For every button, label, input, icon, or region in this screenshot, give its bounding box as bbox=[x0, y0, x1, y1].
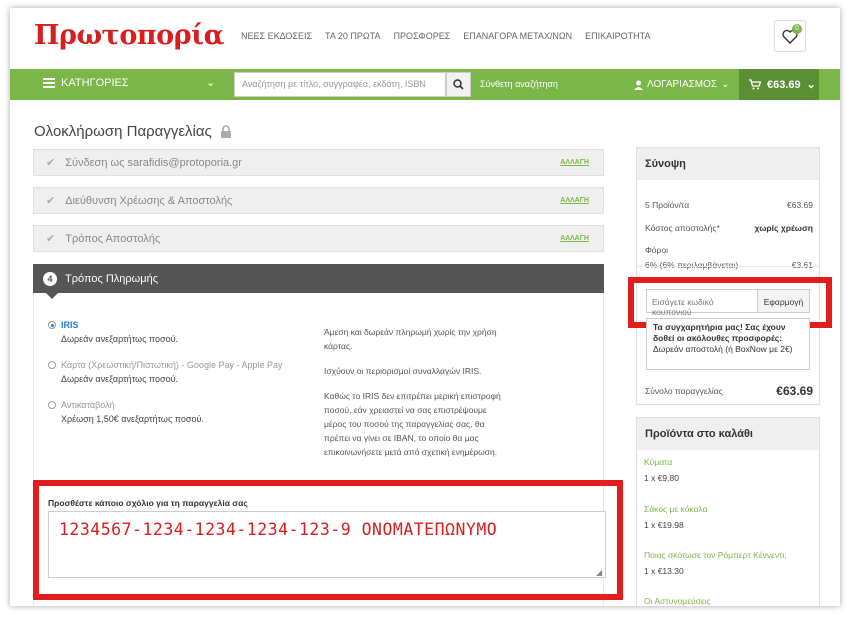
payment-header: 4 Τρόπος Πληρωμής bbox=[33, 264, 604, 293]
shipping-label: Κόστος αποστολής* bbox=[645, 223, 720, 233]
cart-item: Οι Αστυνομεύσεις bbox=[644, 596, 711, 606]
search-button[interactable] bbox=[446, 72, 471, 97]
step-address: ✔ Διεύθυνση Χρέωσης & Αποστολής ΑΛΛΑΓΗ bbox=[33, 187, 604, 214]
change-address-link[interactable]: ΑΛΛΑΓΗ bbox=[560, 197, 589, 204]
cart-item: Ποιος σκότωσε τον Ρόμπερτ Κέννεντι; 1 x … bbox=[644, 550, 787, 576]
chevron-down-icon[interactable]: ⌄ bbox=[206, 76, 215, 89]
promo-box: Τα συγχαρητήρια μας! Σας έχουν δοθεί οι … bbox=[646, 318, 810, 370]
top-nav: ΝΕΕΣ ΕΚΔΟΣΕΙΣ ΤΑ 20 ΠΡΩΤΑ ΠΡΟΣΦΟΡΕΣ ΕΠΑΝ… bbox=[241, 31, 651, 41]
chevron-down-icon: ⌄ bbox=[721, 79, 730, 90]
cart-icon bbox=[749, 79, 761, 90]
page-title-text: Ολοκλήρωση Παραγγελίας bbox=[34, 123, 212, 140]
promo-line-2: δοθεί οι ακόλουθες προσφορές: bbox=[653, 333, 783, 343]
cart-total: €63.69 bbox=[767, 78, 801, 91]
cart-item-name[interactable]: Σάκος με κόκαλα bbox=[644, 504, 708, 514]
radio-selected[interactable] bbox=[48, 321, 56, 329]
change-shipping-link[interactable]: ΑΛΛΑΓΗ bbox=[560, 235, 589, 242]
nav-current-affairs[interactable]: ΕΠΙΚΑΙΡΟΤΗΤΑ bbox=[585, 31, 650, 41]
lock-icon bbox=[220, 125, 231, 138]
checkmark-icon: ✔ bbox=[46, 195, 56, 207]
advanced-search-link[interactable]: Σύνθετη αναζήτηση bbox=[480, 79, 558, 89]
cart-item-qty: 1 x €9.80 bbox=[644, 473, 679, 483]
option-sub: Δωρεάν ανεξαρτήτως ποσού. bbox=[61, 334, 178, 344]
payment-option-cod[interactable]: Αντικαταβολή Χρέωση 1,50€ ανεξαρτήτως πο… bbox=[48, 400, 204, 424]
payment-option-iris[interactable]: IRIS Δωρεάν ανεξαρτήτως ποσού. bbox=[48, 320, 178, 344]
summary-total-row: Σύνολο παραγγελίας €63.69 bbox=[645, 384, 813, 398]
nav-offers[interactable]: ΠΡΟΣΦΟΡΕΣ bbox=[393, 31, 450, 41]
comment-textarea[interactable]: 1234567-1234-1234-1234-123-9 ΟΝΟΜΑΤΕΠΩΝΥ… bbox=[48, 511, 606, 578]
cart-item-qty: 1 x €19.98 bbox=[644, 520, 684, 530]
summary-tax-row: 6% (6% περιλαμβάνεται) €3.61 bbox=[645, 260, 813, 270]
promo-line-1: Τα συγχαρητήρια μας! Σας έχουν bbox=[653, 322, 786, 332]
page-frame: Πρωτοπορία ΝΕΕΣ ΕΚΔΟΣΕΙΣ ΤΑ 20 ΠΡΩΤΑ ΠΡΟ… bbox=[10, 8, 840, 606]
step-address-label: Διεύθυνση Χρέωσης & Αποστολής bbox=[65, 194, 233, 207]
header-pointer bbox=[46, 293, 58, 299]
option-name: Αντικαταβολή bbox=[61, 400, 115, 410]
categories-label: ΚΑΤΗΓΟΡΙΕΣ bbox=[61, 77, 129, 89]
payment-title: Τρόπος Πληρωμής bbox=[65, 272, 159, 285]
tax-detail: 6% (6% περιλαμβάνεται) bbox=[645, 260, 739, 270]
tax-label: Φόροι bbox=[645, 245, 668, 255]
option-name: IRIS bbox=[61, 320, 79, 330]
cart-item: Σάκος με κόκαλα 1 x €19.98 bbox=[644, 504, 708, 530]
nav-buyback[interactable]: ΕΠΑΝΑΓΟΡΑ ΜΕΤΑΧ/ΝΩΝ bbox=[463, 31, 572, 41]
iris-description-2: Ισχύουν οι περιορισμοί συναλλαγών IRIS. bbox=[324, 366, 482, 376]
cart-products-title: Προϊόντα στο καλάθι bbox=[637, 418, 819, 450]
step-number: 4 bbox=[43, 271, 57, 286]
resize-handle-icon[interactable]: ◢ bbox=[596, 568, 602, 577]
step-shipping-label: Τρόπος Αποστολής bbox=[65, 232, 161, 245]
nav-top-20[interactable]: ΤΑ 20 ΠΡΩΤΑ bbox=[325, 31, 380, 41]
hamburger-icon bbox=[43, 78, 55, 88]
iris-description-3: Καθώς το IRIS δεν επιτρέπει μερική επιστ… bbox=[324, 391, 501, 457]
cart-item-name[interactable]: Οι Αστυνομεύσεις bbox=[644, 596, 711, 606]
wishlist-button[interactable]: 0 bbox=[774, 20, 806, 52]
nav-new-releases[interactable]: ΝΕΕΣ ΕΚΔΟΣΕΙΣ bbox=[241, 31, 312, 41]
promo-line-3: Δωρεάν αποστολή (ή BoxNow με 2€) bbox=[653, 344, 793, 354]
change-login-link[interactable]: ΑΛΛΑΓΗ bbox=[560, 159, 589, 166]
step-login: ✔ Σύνδεση ως sarafidis@protoporia.gr ΑΛΛ… bbox=[33, 149, 604, 176]
cart-item-name[interactable]: Ποιος σκότωσε τον Ρόμπερτ Κέννεντι; bbox=[644, 550, 787, 560]
products-value: €63.69 bbox=[787, 200, 813, 210]
cart-item-name[interactable]: Κύματα bbox=[644, 457, 679, 467]
payment-option-card[interactable]: Κάρτα (Χρεωστική/Πιστωτική) - Google Pay… bbox=[48, 360, 283, 384]
summary-products-row: 5 Προϊόν/τα €63.69 bbox=[645, 200, 813, 210]
total-label: Σύνολο παραγγελίας bbox=[645, 386, 723, 396]
total-value: €63.69 bbox=[776, 384, 813, 398]
account-label: ΛΟΓΑΡΙΑΣΜΟΣ bbox=[647, 79, 718, 90]
checkmark-icon: ✔ bbox=[46, 233, 56, 245]
summary-tax-label-row: Φόροι bbox=[645, 245, 813, 255]
summary-title: Σύνοψη bbox=[637, 148, 819, 180]
summary-shipping-row: Κόστος αποστολής* χωρίς χρέωση bbox=[645, 223, 813, 233]
search-input[interactable]: Αναζήτηση με τίτλο, συγγραφέα, εκδότη, I… bbox=[234, 72, 446, 97]
user-icon bbox=[634, 80, 643, 90]
tax-value: €3.61 bbox=[791, 260, 813, 270]
chevron-down-icon: ⌄ bbox=[806, 79, 816, 91]
step-login-label: Σύνδεση ως sarafidis@protoporia.gr bbox=[65, 156, 242, 169]
iris-description-1: Άμεση και δωρεάν πληρωμή χωρίς την χρήση… bbox=[324, 327, 497, 351]
cart-item-qty: 1 x €13.30 bbox=[644, 566, 684, 576]
products-label: 5 Προϊόν/τα bbox=[645, 200, 690, 210]
cart-button[interactable]: €63.69 ⌄ bbox=[739, 69, 819, 100]
page-title: Ολοκλήρωση Παραγγελίας bbox=[34, 123, 232, 140]
radio-unselected[interactable] bbox=[48, 401, 56, 409]
option-sub: Δωρεάν ανεξαρτήτως ποσού. bbox=[61, 374, 178, 384]
step-shipping: ✔ Τρόπος Αποστολής ΑΛΛΑΓΗ bbox=[33, 225, 604, 252]
cart-item: Κύματα 1 x €9.80 bbox=[644, 457, 679, 483]
search-icon bbox=[453, 79, 464, 90]
shipping-value: χωρίς χρέωση bbox=[754, 223, 813, 233]
categories-menu[interactable]: ΚΑΤΗΓΟΡΙΕΣ bbox=[43, 77, 129, 89]
wishlist-count-badge: 0 bbox=[792, 24, 802, 34]
site-logo[interactable]: Πρωτοπορία bbox=[34, 20, 224, 51]
option-sub: Χρέωση 1,50€ ανεξαρτήτως ποσού. bbox=[61, 414, 204, 424]
account-menu[interactable]: ΛΟΓΑΡΙΑΣΜΟΣ ⌄ bbox=[634, 79, 730, 90]
radio-unselected[interactable] bbox=[48, 361, 56, 369]
option-name: Κάρτα (Χρεωστική/Πιστωτική) - Google Pay… bbox=[61, 360, 283, 370]
summary-divider bbox=[636, 266, 820, 267]
checkmark-icon: ✔ bbox=[46, 157, 56, 169]
comment-label: Προσθέστε κάποιο σχόλιο για τη παραγγελί… bbox=[48, 498, 248, 508]
main-toolbar: ΚΑΤΗΓΟΡΙΕΣ ⌄ Αναζήτηση με τίτλο, συγγραφ… bbox=[10, 69, 840, 100]
